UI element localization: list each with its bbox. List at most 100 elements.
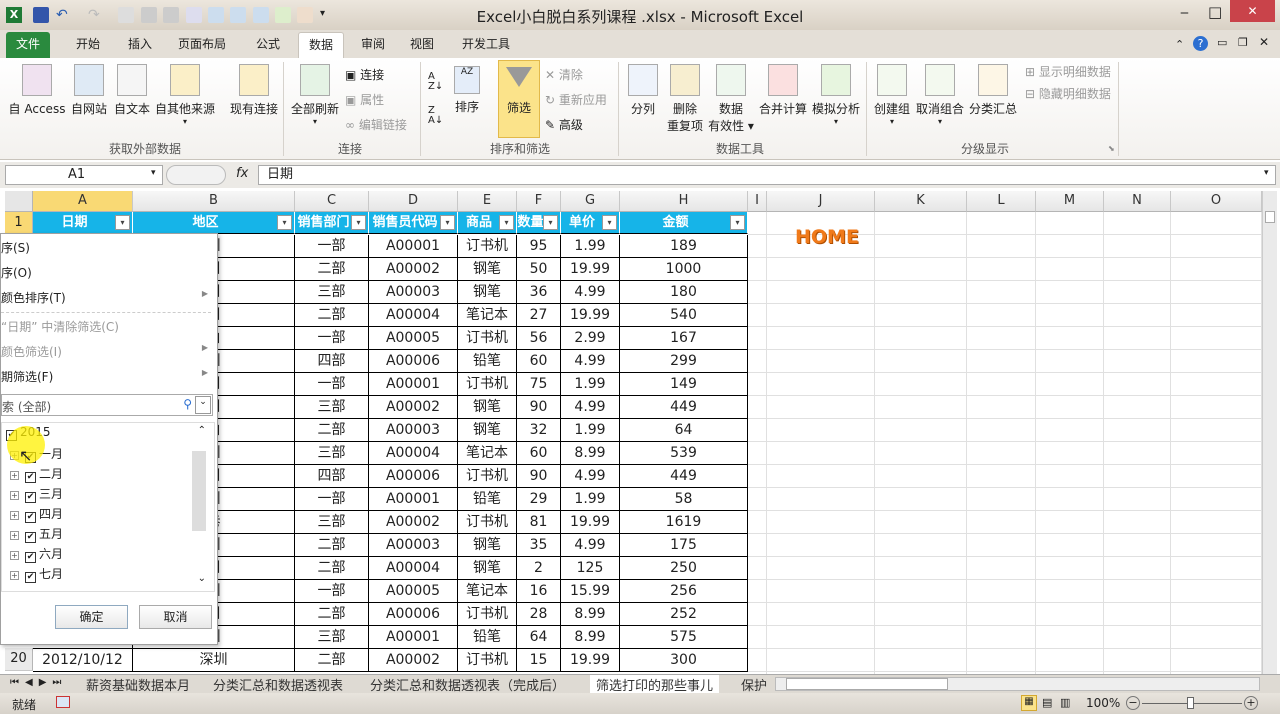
formula-expand-handle[interactable] [166, 165, 226, 185]
select-all-button[interactable] [5, 191, 33, 212]
filter-menu-item[interactable]: 期筛选(F) ▶ [1, 368, 216, 385]
row-header-20[interactable]: 20 [5, 648, 33, 671]
sheet-tab[interactable]: 保护 [735, 675, 769, 694]
remove-duplicates-button[interactable]: 删除 重复项 [662, 64, 708, 134]
filter-menu-item[interactable]: 序(S) [1, 239, 216, 256]
column-header-J[interactable]: J [767, 191, 875, 212]
expand-icon[interactable]: + [10, 491, 19, 500]
from-access-button[interactable]: 自 Access [8, 64, 66, 117]
subtotal-button[interactable]: 分类汇总 [968, 64, 1018, 117]
expand-icon[interactable]: + [10, 531, 19, 540]
sort-a-z-button[interactable]: A Z↓ [428, 72, 443, 92]
reapply-button[interactable]: ↻ 重新应用 [545, 91, 607, 108]
column-header-K[interactable]: K [875, 191, 967, 212]
tab-3[interactable]: 页面布局 [168, 32, 236, 58]
from-web-button[interactable]: 自网站 [68, 64, 110, 117]
edit-links-button[interactable]: ∞ 编辑链接 [345, 116, 407, 133]
checkbox-checked[interactable]: ✔ [25, 532, 36, 543]
filter-dropdown-button[interactable]: ▾ [730, 215, 745, 230]
maximize-button[interactable]: □ [1208, 3, 1222, 21]
checkbox-checked[interactable]: ✔ [25, 552, 36, 563]
what-if-analysis-button[interactable]: 模拟分析 ▾ [811, 64, 861, 126]
tree-item-month[interactable]: + ✔ 五月 [10, 525, 63, 543]
minimize-workbook-icon[interactable]: ▭ [1217, 36, 1227, 49]
consolidate-button[interactable]: 合并计算 [757, 64, 809, 117]
checkbox-checked[interactable]: ✔ [25, 472, 36, 483]
tab-7[interactable]: 视图 [400, 32, 444, 58]
column-header-H[interactable]: H [620, 191, 748, 212]
advanced-filter-button[interactable]: ✎ 高级 [545, 116, 583, 133]
sheet-tab[interactable]: 薪资基础数据本月 [80, 675, 196, 694]
expand-icon[interactable]: + [10, 471, 19, 480]
filter-dropdown-button[interactable]: ▾ [499, 215, 514, 230]
column-header-E[interactable]: E [458, 191, 517, 212]
hide-detail-button[interactable]: ⊟ 隐藏明细数据 [1025, 85, 1111, 102]
search-dropdown-icon[interactable]: ⌄ [195, 396, 211, 414]
insert-function-button[interactable]: fx [236, 166, 248, 181]
checkbox-checked[interactable]: ✔ [25, 572, 36, 583]
name-box[interactable]: A1 [5, 165, 163, 185]
group-button[interactable]: 创建组 ▾ [872, 64, 912, 126]
sort-z-a-button[interactable]: Z A↓ [428, 106, 443, 126]
cancel-button[interactable]: 取消 [139, 605, 212, 629]
tab-0[interactable]: 文件 [6, 32, 51, 58]
expand-formula-bar-icon[interactable]: ▾ [1264, 168, 1269, 178]
page-layout-view-icon[interactable]: ▤ [1042, 696, 1052, 709]
column-header-I[interactable]: I [748, 191, 767, 212]
refresh-all-button[interactable]: 全部刷新 ▾ [288, 64, 342, 126]
h-scroll-thumb[interactable] [786, 678, 948, 690]
column-header-F[interactable]: F [517, 191, 561, 212]
column-header-B[interactable]: B [133, 191, 295, 212]
tab-1[interactable]: 开始 [66, 32, 110, 58]
text-to-columns-button[interactable]: 分列 [626, 64, 660, 117]
column-header-M[interactable]: M [1036, 191, 1104, 212]
collapse-ribbon-icon[interactable]: ⌃ [1175, 38, 1184, 51]
column-header-L[interactable]: L [967, 191, 1036, 212]
zoom-in-button[interactable]: + [1244, 696, 1258, 710]
tab-2[interactable]: 插入 [118, 32, 162, 58]
column-header-C[interactable]: C [295, 191, 369, 212]
checkbox-checked[interactable]: ✔ [25, 512, 36, 523]
tree-item-month[interactable]: + ✔ 六月 [10, 545, 63, 563]
filter-dropdown-button[interactable]: ▾ [602, 215, 617, 230]
sort-button[interactable]: AZ 排序 [452, 66, 482, 115]
expand-icon[interactable]: + [10, 511, 19, 520]
filter-dropdown-button[interactable]: ▾ [440, 215, 455, 230]
data-validation-button[interactable]: 数据 有效性 ▾ [708, 64, 754, 134]
name-box-dropdown-icon[interactable]: ▾ [151, 168, 156, 178]
tree-item-month[interactable]: + ✔ 七月 [10, 565, 63, 583]
scroll-thumb[interactable] [1265, 211, 1275, 223]
tab-5[interactable]: 数据 [298, 32, 345, 58]
close-button[interactable]: ✕ [1230, 0, 1275, 22]
checkbox-checked[interactable]: ✔ [25, 492, 36, 503]
ok-button[interactable]: 确定 [55, 605, 128, 629]
tab-8[interactable]: 开发工具 [452, 32, 520, 58]
sheet-tab[interactable]: 分类汇总和数据透视表（完成后） [364, 675, 571, 694]
filter-button[interactable]: 筛选 [498, 60, 540, 138]
existing-connections-button[interactable]: 现有连接 [228, 64, 280, 117]
tab-4[interactable]: 公式 [246, 32, 290, 58]
restore-workbook-icon[interactable]: ❐ [1238, 36, 1248, 49]
from-other-sources-button[interactable]: 自其他来源 ▾ [154, 64, 216, 126]
ungroup-button[interactable]: 取消组合 ▾ [915, 64, 965, 126]
column-header-G[interactable]: G [561, 191, 620, 212]
zoom-out-button[interactable]: − [1126, 696, 1140, 710]
horizontal-scrollbar[interactable] [775, 677, 1260, 691]
filter-menu-item[interactable]: 颜色排序(T) ▶ [1, 289, 216, 306]
sheet-nav-buttons[interactable]: ⏮◀▶⏭ [10, 677, 67, 688]
from-text-button[interactable]: 自文本 [112, 64, 152, 117]
close-workbook-icon[interactable]: ✕ [1259, 35, 1269, 49]
filter-menu-item[interactable]: 序(O) [1, 264, 216, 281]
formula-input[interactable]: 日期 [258, 165, 1276, 185]
filter-dropdown-button[interactable]: ▾ [543, 215, 558, 230]
zoom-slider-thumb[interactable] [1187, 697, 1194, 709]
filter-dropdown-button[interactable]: ▾ [115, 215, 130, 230]
tree-scroll-up-icon[interactable]: ⌃ [198, 425, 206, 436]
column-header-O[interactable]: O [1171, 191, 1262, 212]
connections-button[interactable]: ▣ 连接 [345, 66, 384, 83]
normal-view-icon[interactable]: ▦ [1021, 695, 1037, 711]
page-break-view-icon[interactable]: ▥ [1060, 696, 1070, 709]
filter-dropdown-button[interactable]: ▾ [351, 215, 366, 230]
row-header-1[interactable]: 1 [5, 212, 33, 235]
filter-dropdown-button[interactable]: ▾ [277, 215, 292, 230]
